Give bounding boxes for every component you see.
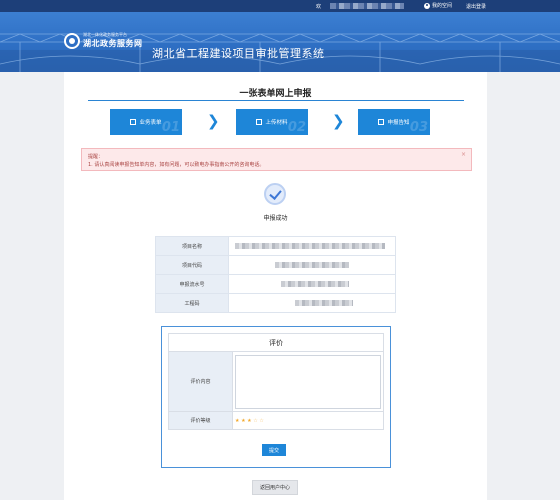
back-to-user-center-button[interactable]: 返回用户中心 <box>252 480 298 495</box>
user-icon <box>424 2 430 9</box>
site-logo[interactable]: 湖北一体化政务服务平台 湖北政务服务网 <box>64 32 143 49</box>
page-title: 一张表单网上申报 <box>239 89 312 99</box>
step-number: 03 <box>409 120 428 135</box>
reminder-alert: 提醒： 1. 请认真阅读申报告知单内容，如有问题，可以致电办事指南公开的咨询电话… <box>81 148 472 171</box>
star-filled-icon[interactable]: ★ <box>247 418 251 424</box>
calendar-icon <box>378 119 385 125</box>
chevron-right-icon: ❯ <box>207 112 220 130</box>
success-message: 申报成功 <box>263 215 288 222</box>
step-label: 业务表单 <box>139 120 162 126</box>
close-icon[interactable]: × <box>461 151 466 158</box>
table-row: 项目名称 <box>155 236 396 256</box>
step-number: 01 <box>161 120 180 135</box>
step-label: 申报告知 <box>387 120 410 126</box>
step-upload-materials[interactable]: 上传材料 02 <box>236 109 308 135</box>
table-row: 工程码 <box>155 293 396 313</box>
my-space-label: 我的空间 <box>432 3 453 9</box>
row-label: 项目名称 <box>155 236 229 256</box>
star-empty-icon[interactable]: ☆ <box>259 418 263 424</box>
logo-subtitle: 湖北一体化政务服务平台 <box>83 32 127 37</box>
logout-link[interactable]: 退出登录 <box>466 3 486 10</box>
alert-heading: 提醒： <box>88 154 104 160</box>
step-number: 02 <box>287 120 306 135</box>
header-banner: 湖北一体化政务服务平台 湖北政务服务网 湖北省工程建设项目审批管理系统 <box>0 12 560 72</box>
edit-icon <box>130 119 137 125</box>
row-label: 项目代码 <box>155 255 229 275</box>
serial-number-redacted <box>228 274 396 294</box>
table-row: 项目代码 <box>155 255 396 275</box>
project-name-redacted <box>228 236 396 256</box>
star-filled-icon[interactable]: ★ <box>241 418 245 424</box>
alert-text: 1. 请认真阅读申报告知单内容，如有问题，可以致电办事指南公开的咨询电话。 <box>88 162 265 168</box>
evaluation-panel: 评价 评价内容 评价等级 ★ ★ ★ ☆ ☆ 提交 <box>161 326 391 468</box>
row-label: 工程码 <box>155 293 229 313</box>
star-filled-icon[interactable]: ★ <box>235 418 239 424</box>
row-label: 申报流水号 <box>155 274 229 294</box>
check-circle-icon <box>264 183 286 205</box>
evaluation-content-input[interactable] <box>235 354 381 409</box>
step-declaration-notice[interactable]: 申报告知 03 <box>358 109 430 135</box>
evaluation-title: 评价 <box>168 333 384 352</box>
evaluation-table: 评价 评价内容 评价等级 ★ ★ ★ ☆ ☆ <box>168 333 384 430</box>
project-code-2-redacted <box>228 293 396 313</box>
level-label: 评价等级 <box>168 411 233 430</box>
submission-info-table: 项目名称 项目代码 申报流水号 工程码 <box>155 236 396 313</box>
user-name-redacted <box>330 3 404 9</box>
top-bar: 欢 我的空间 退出登录 <box>0 0 560 12</box>
welcome-text: 欢 <box>316 4 322 10</box>
folder-icon <box>256 119 263 125</box>
emblem-icon <box>64 32 80 49</box>
star-rating[interactable]: ★ ★ ★ ☆ ☆ <box>232 411 384 430</box>
title-divider <box>88 100 464 101</box>
star-empty-icon[interactable]: ☆ <box>253 418 257 424</box>
logo-title: 湖北政务服务网 <box>83 39 143 48</box>
step-business-form[interactable]: 业务表单 01 <box>110 109 182 135</box>
chevron-right-icon: ❯ <box>332 112 345 130</box>
system-title: 湖北省工程建设项目审批管理系统 <box>152 47 325 60</box>
my-space-link[interactable]: 我的空间 <box>424 2 452 9</box>
main-panel: 一张表单网上申报 业务表单 01 ❯ 上传材料 02 ❯ 申报告知 03 提醒：… <box>64 72 487 500</box>
submit-button[interactable]: 提交 <box>262 444 286 456</box>
step-label: 上传材料 <box>265 120 288 126</box>
project-code-redacted <box>228 255 396 275</box>
content-label: 评价内容 <box>168 351 233 412</box>
table-row: 申报流水号 <box>155 274 396 294</box>
